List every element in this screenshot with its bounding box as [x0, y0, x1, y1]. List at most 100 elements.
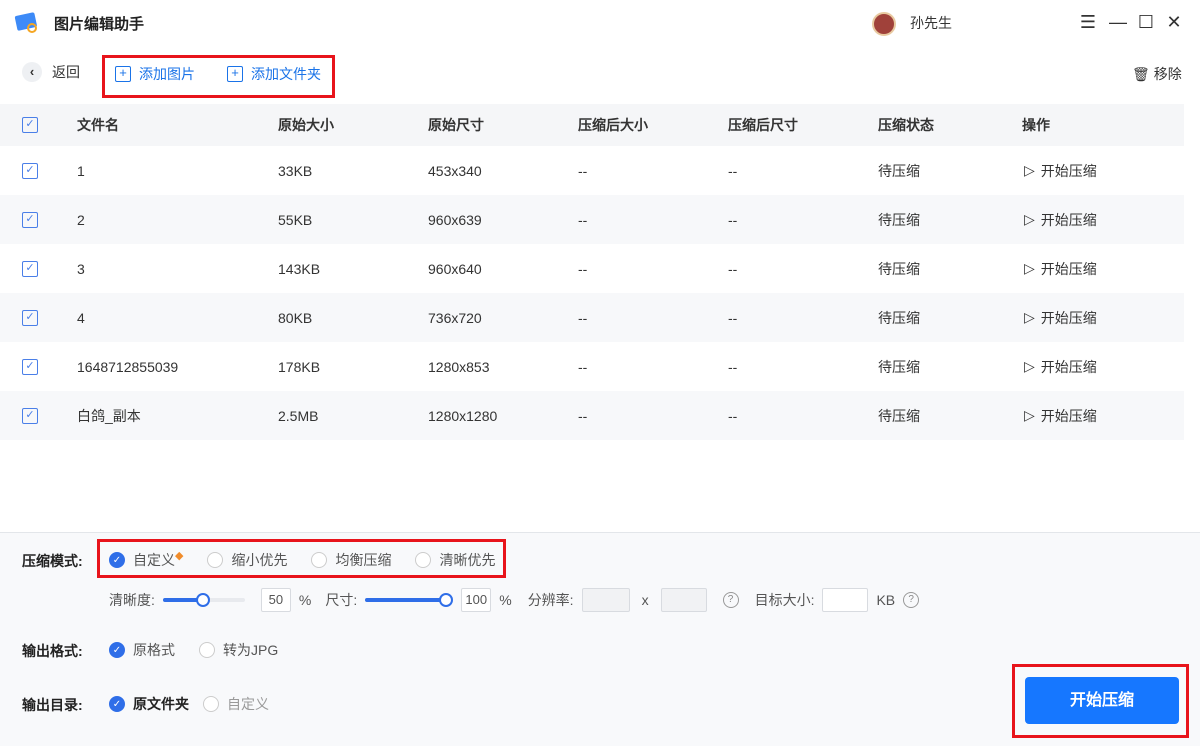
mode-label-text: 均衡压缩: [335, 552, 392, 568]
play-icon: ▷: [1024, 162, 1035, 178]
start-row-button[interactable]: ▷ 开始压缩: [1024, 161, 1097, 181]
menu-icon[interactable]: ☰: [1076, 10, 1100, 34]
remove-button[interactable]: 🗑 移除: [1132, 64, 1182, 84]
back-button[interactable]: ‹ 返回: [22, 62, 80, 82]
cell-dims: 736x720: [428, 309, 482, 326]
target-size-label: 目标大小:: [754, 592, 815, 608]
help-icon[interactable]: ?: [722, 592, 739, 608]
add-image-button[interactable]: + 添加图片: [115, 64, 195, 84]
play-icon: ▷: [1024, 407, 1035, 423]
start-row-button[interactable]: ▷ 开始压缩: [1024, 406, 1097, 426]
start-compress-button[interactable]: 开始压缩: [1025, 677, 1179, 724]
cell-dims: 1280x853: [428, 358, 490, 375]
cell-status: 待压缩: [878, 260, 920, 277]
minimize-icon[interactable]: —: [1106, 10, 1130, 34]
resolution-label: 分辨率:: [527, 592, 574, 608]
maximize-icon[interactable]: ☐: [1134, 10, 1158, 34]
play-icon: ▷: [1024, 260, 1035, 276]
size-label: 尺寸:: [325, 592, 358, 608]
cell-name: 2: [77, 211, 85, 228]
user-name[interactable]: 孙先生: [910, 13, 952, 33]
format-original-radio[interactable]: ✓ 原格式: [109, 640, 175, 660]
percent-label: %: [499, 592, 512, 608]
vip-diamond-icon: ◆: [175, 549, 184, 562]
start-row-button[interactable]: ▷ 开始压缩: [1024, 210, 1097, 230]
cell-dims: 960x639: [428, 211, 482, 228]
row-checkbox[interactable]: ✓: [22, 407, 38, 424]
row-checkbox[interactable]: ✓: [22, 260, 38, 277]
table-header: ✓ 文件名 原始大小 原始尺寸 压缩后大小 压缩后尺寸 压缩状态 操作: [0, 104, 1184, 146]
header-size: 原始大小: [278, 117, 334, 133]
help-icon[interactable]: ?: [903, 592, 920, 608]
mode-custom-radio[interactable]: ✓ 自定义 ◆: [109, 550, 183, 570]
clarity-input[interactable]: 50: [260, 588, 291, 612]
add-folder-icon: +: [227, 66, 243, 82]
title-bar: 图片编辑助手 孙先生 ☰ — ☐ ✕: [0, 0, 1200, 44]
cell-size: 33KB: [278, 162, 313, 179]
avatar[interactable]: [872, 12, 896, 36]
dir-label: 输出目录:: [22, 697, 83, 713]
row-checkbox[interactable]: ✓: [22, 309, 38, 326]
mode-shrink-radio[interactable]: 缩小优先: [207, 550, 287, 570]
cell-cdims: --: [728, 211, 738, 228]
header-status: 压缩状态: [878, 117, 934, 133]
cell-size: 2.5MB: [278, 407, 319, 424]
back-label: 返回: [52, 64, 80, 80]
format-jpg-radio[interactable]: 转为JPG: [199, 640, 278, 660]
size-slider[interactable]: [365, 593, 454, 607]
resolution-width-input[interactable]: [581, 588, 630, 612]
custom-options: 清晰度: 50 % 尺寸: 100 % 分辨率: x ? 目标大小: KB ?: [109, 588, 920, 612]
cell-name: 白鸽_副本: [77, 407, 141, 424]
cell-size: 55KB: [278, 211, 313, 228]
add-folder-button[interactable]: + 添加文件夹: [227, 64, 321, 84]
mode-label-text: 自定义: [133, 552, 175, 568]
cell-size: 178KB: [278, 358, 321, 375]
mode-balanced-radio[interactable]: 均衡压缩: [311, 550, 391, 570]
action-label: 开始压缩: [1040, 211, 1097, 228]
cell-cdims: --: [728, 407, 738, 424]
cell-status: 待压缩: [878, 211, 920, 228]
remove-label: 移除: [1153, 66, 1182, 82]
table-row[interactable]: ✓ 3 143KB 960x640 -- -- 待压缩 ▷ 开始压缩: [0, 244, 1184, 293]
size-input[interactable]: 100: [461, 588, 492, 612]
start-row-button[interactable]: ▷ 开始压缩: [1024, 357, 1097, 377]
cell-dims: 960x640: [428, 260, 482, 277]
select-all-checkbox[interactable]: ✓: [22, 117, 38, 133]
table-row[interactable]: ✓ 2 55KB 960x639 -- -- 待压缩 ▷ 开始压缩: [0, 195, 1184, 244]
x-label: x: [641, 592, 649, 608]
row-checkbox[interactable]: ✓: [22, 162, 38, 179]
mode-radio-group: ✓ 自定义 ◆ 缩小优先 均衡压缩 清晰优先: [109, 550, 495, 570]
table-row[interactable]: ✓ 4 80KB 736x720 -- -- 待压缩 ▷ 开始压缩: [0, 293, 1184, 342]
action-label: 开始压缩: [1040, 358, 1097, 375]
target-size-input[interactable]: [822, 588, 869, 612]
play-icon: ▷: [1024, 309, 1035, 325]
cell-csize: --: [578, 211, 588, 228]
start-row-button[interactable]: ▷ 开始压缩: [1024, 259, 1097, 279]
cell-name: 1: [77, 162, 85, 179]
start-row-button[interactable]: ▷ 开始压缩: [1024, 308, 1097, 328]
format-label: 输出格式:: [22, 643, 83, 659]
mode-label-text: 清晰优先: [439, 552, 496, 568]
close-icon[interactable]: ✕: [1162, 10, 1186, 34]
table-row[interactable]: ✓ 1 33KB 453x340 -- -- 待压缩 ▷ 开始压缩: [0, 146, 1184, 195]
clarity-slider[interactable]: [162, 593, 245, 607]
mode-clarity-radio[interactable]: 清晰优先: [415, 550, 495, 570]
dir-custom-radio[interactable]: 自定义: [203, 694, 269, 714]
action-label: 开始压缩: [1040, 407, 1097, 424]
header-compressed-size: 压缩后大小: [578, 117, 648, 133]
row-checkbox[interactable]: ✓: [22, 211, 38, 228]
cell-csize: --: [578, 358, 588, 375]
add-file-icon: +: [115, 66, 131, 82]
table-row[interactable]: ✓ 白鸽_副本 2.5MB 1280x1280 -- -- 待压缩 ▷ 开始压缩: [0, 391, 1184, 440]
format-text: 转为JPG: [223, 642, 279, 658]
table-row[interactable]: ✓ 1648712855039 178KB 1280x853 -- -- 待压缩 ▷ 开始压缩: [0, 342, 1184, 391]
action-label: 开始压缩: [1040, 162, 1097, 179]
resolution-height-input[interactable]: [660, 588, 707, 612]
dir-text: 自定义: [227, 696, 269, 712]
header-dims: 原始尺寸: [428, 117, 484, 133]
header-compressed-dims: 压缩后尺寸: [728, 117, 798, 133]
kb-label: KB: [876, 592, 896, 608]
dir-original-radio[interactable]: ✓ 原文件夹: [109, 694, 189, 714]
cell-csize: --: [578, 162, 588, 179]
row-checkbox[interactable]: ✓: [22, 358, 38, 375]
